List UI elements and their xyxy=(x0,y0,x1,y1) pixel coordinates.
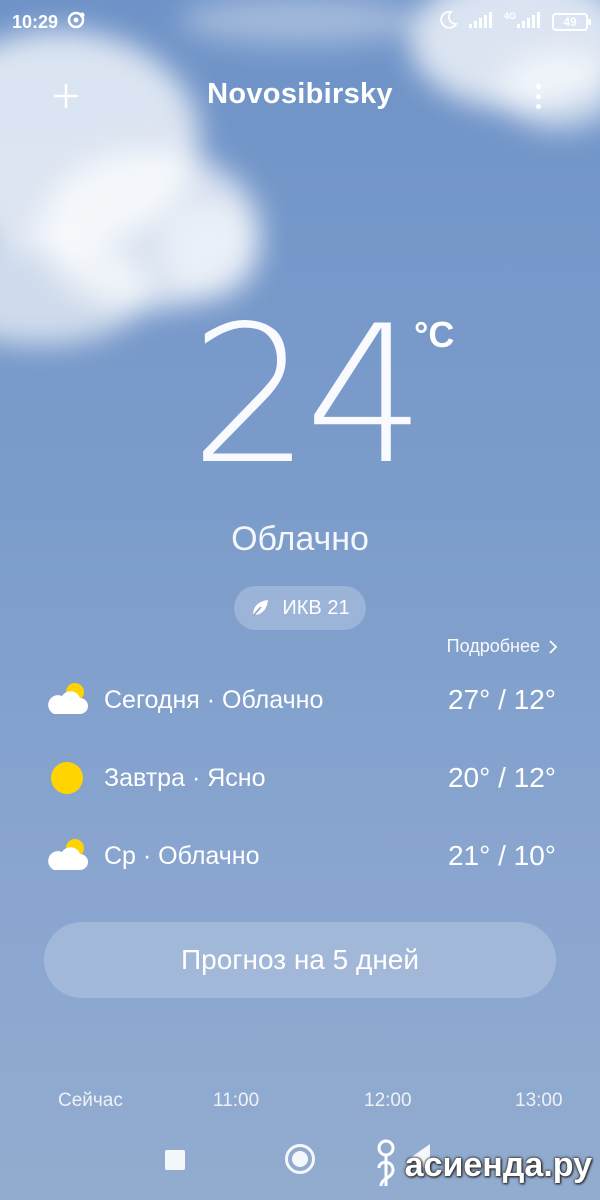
more-menu-button[interactable] xyxy=(526,78,550,114)
aqi-badge[interactable]: ИКВ 21 xyxy=(234,586,366,630)
status-time: 10:29 xyxy=(12,11,59,32)
hour-label: Сейчас xyxy=(58,1090,123,1111)
city-title[interactable]: Novosibirsky xyxy=(0,78,600,111)
temperature-value: 24 xyxy=(190,285,426,506)
dot-icon xyxy=(535,83,541,89)
daily-temps: 21° / 10° xyxy=(447,840,556,871)
details-link[interactable]: Подробнее xyxy=(447,636,558,657)
daily-label: Ср · Облачно xyxy=(104,841,260,870)
hourly-labels: Сейчас 11:00 12:00 13:00 xyxy=(0,1090,600,1114)
hour-label: 13:00 xyxy=(515,1090,563,1111)
signal-icon xyxy=(468,11,494,34)
sun-icon xyxy=(44,758,92,798)
cloudy-icon xyxy=(44,680,92,720)
details-label: Подробнее xyxy=(446,636,540,656)
moon-icon xyxy=(438,10,458,35)
status-bar: 10:29 4G 49 xyxy=(0,0,600,44)
leaf-icon xyxy=(252,600,269,617)
watermark-text: асиенда.ру xyxy=(404,1145,592,1184)
chevron-right-icon xyxy=(549,639,558,654)
aqi-label: ИКВ 21 xyxy=(282,596,350,619)
daily-label: Сегодня · Облачно xyxy=(104,685,324,714)
five-day-forecast-button[interactable]: Прогноз на 5 дней xyxy=(44,922,556,998)
daily-temps: 20° / 12° xyxy=(447,762,556,793)
watermark-logo-icon xyxy=(377,1139,395,1187)
hour-label: 11:00 xyxy=(213,1090,260,1111)
network-type-label: 4G xyxy=(503,11,516,21)
current-condition: Облачно xyxy=(231,520,369,558)
daily-row-wednesday[interactable]: Ср · Облачно 21° / 10° xyxy=(44,834,556,878)
battery-icon: 49 xyxy=(552,13,591,31)
recent-apps-button[interactable] xyxy=(165,1150,185,1170)
current-temperature: 24 °C xyxy=(0,296,600,496)
signal-icon-2 xyxy=(516,11,542,34)
notification-icon xyxy=(66,10,86,35)
home-button[interactable] xyxy=(285,1144,315,1174)
cloudy-icon xyxy=(44,836,92,876)
daily-temps: 27° / 12° xyxy=(447,684,556,715)
watermark: асиенда.ру xyxy=(371,1138,592,1192)
daily-label: Завтра · Ясно xyxy=(104,763,266,792)
hour-label: 12:00 xyxy=(364,1090,412,1111)
dot-icon xyxy=(535,93,541,99)
top-bar: Novosibirsky xyxy=(0,70,600,122)
dot-icon xyxy=(535,103,541,109)
daily-row-today[interactable]: Сегодня · Облачно 27° / 12° xyxy=(44,678,556,722)
daily-row-tomorrow[interactable]: Завтра · Ясно 20° / 12° xyxy=(44,756,556,800)
temperature-unit: °C xyxy=(414,314,455,355)
